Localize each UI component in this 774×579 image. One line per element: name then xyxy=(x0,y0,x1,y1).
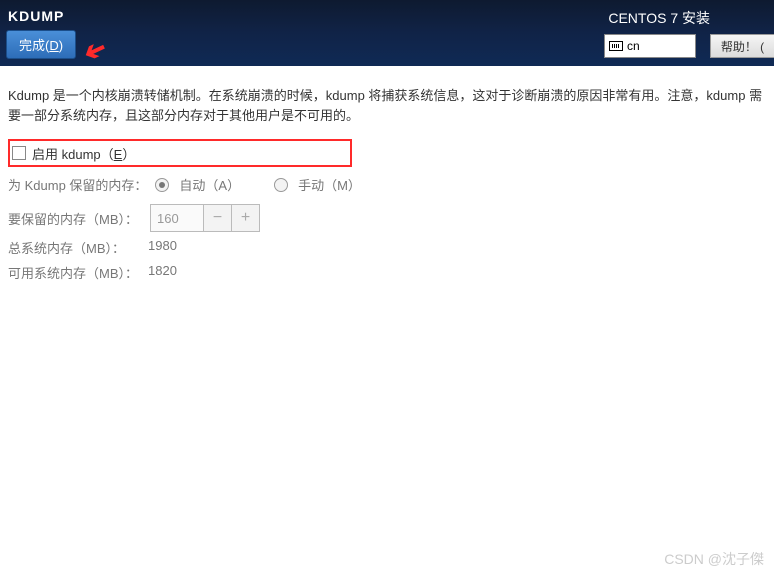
kdump-description: Kdump 是一个内核崩溃转储机制。在系统崩溃的时候，kdump 将捕获系统信息… xyxy=(8,86,766,125)
available-memory-label: 可用系统内存（MB）： xyxy=(8,263,148,282)
page-title: KDUMP xyxy=(8,8,64,24)
memory-minus-button[interactable]: − xyxy=(204,204,232,232)
memory-to-reserve-row: 要保留的内存（MB）： − + xyxy=(8,204,766,232)
watermark: CSDN @沈子傑 xyxy=(664,549,764,569)
done-button[interactable]: 完成(D) xyxy=(6,30,76,59)
reserve-mode-row: 为 Kdump 保留的内存： 自动（A） 手动（M） xyxy=(8,175,766,194)
reserve-label: 为 Kdump 保留的内存： xyxy=(8,175,147,194)
keyboard-layout-label: cn xyxy=(627,39,640,53)
total-memory-label: 总系统内存（MB）： xyxy=(8,238,148,257)
enable-kdump-label: 启用 kdump（E） xyxy=(32,144,135,163)
annotation-arrow: ➔ xyxy=(78,32,111,69)
keyboard-layout-selector[interactable]: cn xyxy=(604,34,696,58)
reserve-manual-label: 手动（M） xyxy=(298,175,361,194)
enable-kdump-row[interactable]: 启用 kdump（E） xyxy=(8,139,352,167)
memory-to-reserve-label: 要保留的内存（MB）： xyxy=(8,209,144,228)
memory-input[interactable] xyxy=(150,204,204,232)
memory-spinner: − + xyxy=(150,204,260,232)
header: KDUMP CENTOS 7 安装 完成(D) ➔ cn 帮助！ ( xyxy=(0,0,774,66)
available-memory-value: 1820 xyxy=(148,263,177,282)
help-button[interactable]: 帮助！ ( xyxy=(710,34,774,58)
reserve-auto-label: 自动（A） xyxy=(179,175,240,194)
memory-plus-button[interactable]: + xyxy=(232,204,260,232)
enable-kdump-checkbox[interactable] xyxy=(12,146,26,160)
installer-name: CENTOS 7 安装 xyxy=(608,8,710,28)
total-memory-value: 1980 xyxy=(148,238,177,257)
content-area: Kdump 是一个内核崩溃转储机制。在系统崩溃的时候，kdump 将捕获系统信息… xyxy=(0,66,774,290)
reserve-auto-radio[interactable] xyxy=(155,178,169,192)
keyboard-icon xyxy=(609,41,623,51)
available-memory-row: 可用系统内存（MB）： 1820 xyxy=(8,263,766,282)
total-memory-row: 总系统内存（MB）： 1980 xyxy=(8,238,766,257)
reserve-manual-radio[interactable] xyxy=(274,178,288,192)
